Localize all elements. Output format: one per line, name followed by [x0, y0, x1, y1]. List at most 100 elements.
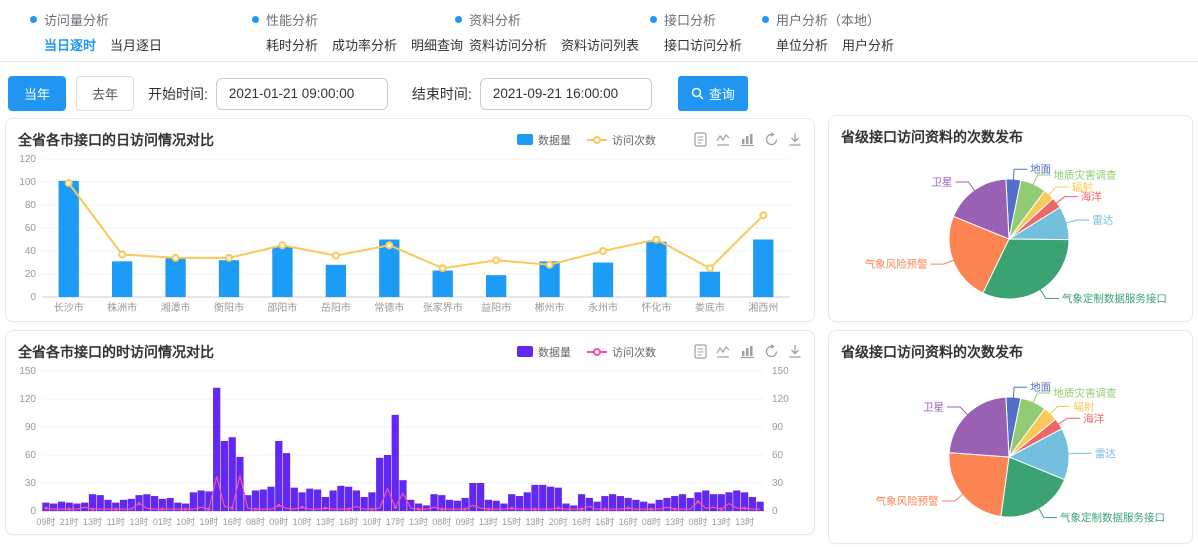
nav-group-visits: 访问量分析 当日逐时 当月逐日	[30, 10, 162, 54]
nav-item-data-access-list[interactable]: 资料访问列表	[561, 35, 639, 54]
svg-text:40: 40	[25, 246, 37, 257]
search-icon	[691, 87, 704, 100]
nav-item-data-access-analysis[interactable]: 资料访问分析	[469, 35, 547, 54]
svg-text:01时: 01时	[153, 516, 172, 527]
download-icon[interactable]	[788, 132, 802, 147]
svg-text:13时: 13时	[130, 516, 149, 527]
daily-chart-panel: 全省各市接口的日访问情况对比 数据量 访问次数 0204060801001	[5, 118, 815, 322]
svg-text:永州市: 永州市	[588, 301, 618, 314]
nav-group-users: 用户分析（本地） 单位分析 用户分析	[762, 10, 894, 54]
nav-group-title: 资料分析	[469, 10, 521, 29]
nav-item-success-rate[interactable]: 成功率分析	[332, 35, 397, 54]
nav-group-title: 性能分析	[266, 10, 318, 29]
svg-text:13时: 13时	[316, 516, 335, 527]
access-count-pie-chart[interactable]: 地面地质灾害调查辐射海洋雷达气象定制数据服务接口气象风险预警卫星	[829, 363, 1189, 539]
svg-text:海洋: 海洋	[1081, 190, 1103, 203]
svg-text:地面: 地面	[1030, 381, 1051, 394]
end-time-input[interactable]	[480, 78, 652, 110]
svg-text:120: 120	[772, 394, 789, 405]
svg-text:常德市: 常德市	[374, 301, 404, 314]
svg-text:13时: 13时	[735, 516, 754, 527]
svg-text:衡阳市: 衡阳市	[214, 301, 244, 314]
restore-icon[interactable]	[764, 344, 779, 359]
hourly-chart-panel: 全省各市接口的时访问情况对比 数据量 访问次数 0030306060909	[5, 330, 815, 535]
last-year-button[interactable]: 去年	[76, 76, 134, 111]
svg-text:60: 60	[25, 223, 37, 234]
this-year-button[interactable]: 当年	[8, 76, 66, 111]
svg-text:09时: 09时	[456, 516, 475, 527]
data-view-icon[interactable]	[694, 344, 707, 359]
bar-chart-switch-icon[interactable]	[740, 133, 755, 147]
svg-text:120: 120	[19, 394, 36, 405]
bullet-icon	[762, 16, 769, 23]
svg-text:09时: 09时	[36, 516, 55, 527]
svg-text:气象定制数据服务接口: 气象定制数据服务接口	[1060, 511, 1165, 524]
svg-text:地面: 地面	[1030, 163, 1051, 176]
svg-text:13时: 13时	[409, 516, 428, 527]
legend-swatch	[517, 134, 533, 145]
svg-text:16时: 16时	[619, 516, 638, 527]
line-chart-switch-icon[interactable]	[716, 345, 731, 359]
svg-text:09时: 09时	[269, 516, 288, 527]
legend-visit-count[interactable]: 访问次数	[587, 132, 656, 148]
nav-group-performance: 性能分析 耗时分析 成功率分析 明细查询	[252, 10, 463, 54]
svg-text:15时: 15时	[502, 516, 521, 527]
pie-panel-top: 省级接口访问资料的次数发布 地面地质灾害调查辐射海洋雷达气象定制数据服务接口气象…	[828, 115, 1193, 322]
nav-item-daily-month[interactable]: 当月逐日	[110, 35, 162, 54]
legend-line-marker	[587, 135, 607, 145]
line-chart-switch-icon[interactable]	[716, 133, 731, 147]
svg-text:怀化市: 怀化市	[641, 301, 671, 314]
chart-legend: 数据量 访问次数	[517, 344, 656, 360]
end-time-label: 结束时间:	[412, 84, 472, 104]
bar-chart-switch-icon[interactable]	[740, 345, 755, 359]
svg-text:08时: 08时	[642, 516, 661, 527]
chart-toolbox	[694, 344, 802, 359]
download-icon[interactable]	[788, 344, 802, 359]
nav-group-interface: 接口分析 接口访问分析	[650, 10, 742, 54]
svg-text:雷达: 雷达	[1095, 448, 1117, 460]
legend-swatch	[517, 346, 533, 357]
svg-text:30: 30	[25, 478, 37, 489]
svg-text:13时: 13时	[83, 516, 102, 527]
svg-text:地质灾害调查: 地质灾害调查	[1053, 169, 1116, 182]
svg-text:16时: 16时	[572, 516, 591, 527]
legend-data-volume[interactable]: 数据量	[517, 132, 571, 148]
svg-text:13时: 13时	[712, 516, 731, 527]
svg-text:16时: 16时	[223, 516, 242, 527]
svg-text:20时: 20时	[549, 516, 568, 527]
access-count-pie-chart[interactable]: 地面地质灾害调查辐射海洋雷达气象定制数据服务接口气象风险预警卫星	[829, 148, 1189, 318]
svg-text:气象风险预警: 气象风险预警	[876, 495, 939, 508]
svg-text:张家界市: 张家界市	[423, 301, 463, 314]
daily-bar-line-chart[interactable]: 020406080100120长沙市株洲市湘潭市衡阳市邵阳市岳阳市常德市张家界市…	[6, 151, 804, 317]
svg-text:20: 20	[25, 269, 37, 280]
svg-text:雷达: 雷达	[1092, 215, 1114, 227]
nav-item-time-cost[interactable]: 耗时分析	[266, 35, 318, 54]
panel-title: 省级接口访问资料的次数发布	[841, 342, 1023, 362]
svg-text:株洲市: 株洲市	[107, 301, 137, 314]
nav-item-unit-analysis[interactable]: 单位分析	[776, 35, 828, 54]
search-button[interactable]: 查询	[678, 76, 748, 111]
hourly-bar-line-chart[interactable]: 0030306060909012012015015009时21时13时11时13…	[6, 363, 804, 531]
bullet-icon	[30, 16, 37, 23]
panel-title: 全省各市接口的日访问情况对比	[18, 130, 214, 150]
restore-icon[interactable]	[764, 132, 779, 147]
svg-text:13时: 13时	[525, 516, 544, 527]
svg-text:30: 30	[772, 478, 784, 489]
svg-text:16时: 16时	[339, 516, 358, 527]
start-time-input[interactable]	[216, 78, 388, 110]
svg-text:海洋: 海洋	[1083, 412, 1105, 425]
legend-visit-count[interactable]: 访问次数	[587, 344, 656, 360]
svg-text:辐射: 辐射	[1073, 400, 1094, 413]
nav-item-interface-access[interactable]: 接口访问分析	[664, 35, 742, 54]
legend-data-volume[interactable]: 数据量	[517, 344, 571, 360]
svg-text:邵阳市: 邵阳市	[267, 301, 297, 314]
data-view-icon[interactable]	[694, 132, 707, 147]
svg-text:气象定制数据服务接口: 气象定制数据服务接口	[1062, 292, 1167, 305]
svg-text:90: 90	[25, 422, 37, 433]
nav-group-data: 资料分析 资料访问分析 资料访问列表	[455, 10, 639, 54]
nav-item-user-analysis[interactable]: 用户分析	[842, 35, 894, 54]
nav-item-hourly-today[interactable]: 当日逐时	[44, 35, 96, 54]
svg-text:120: 120	[19, 154, 36, 165]
svg-text:卫星: 卫星	[931, 176, 952, 188]
panel-title: 全省各市接口的时访问情况对比	[18, 342, 214, 362]
